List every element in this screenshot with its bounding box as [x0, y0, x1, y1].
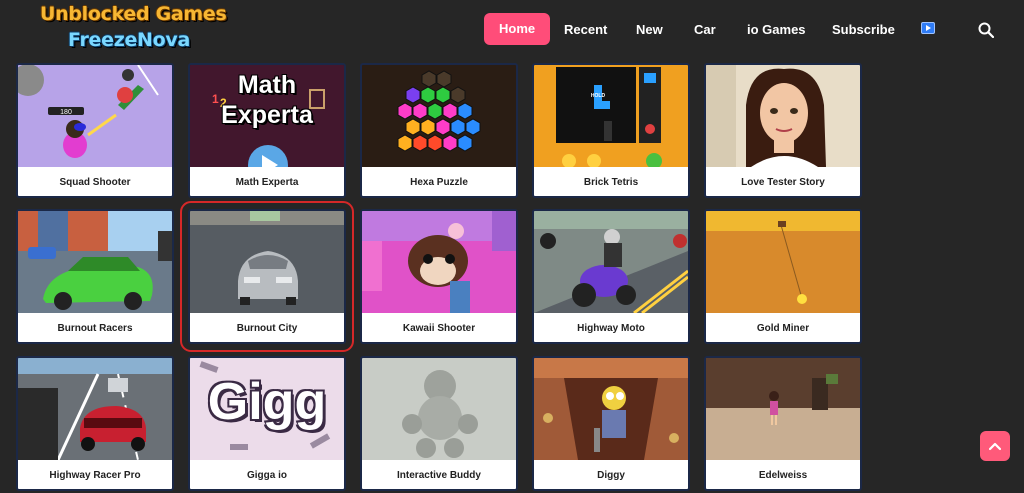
game-title: Burnout City	[190, 313, 344, 342]
art-title-2: Experta	[221, 101, 313, 129]
game-card-edelweiss[interactable]: Edelweiss	[704, 356, 862, 491]
art-hold-label: HOLD	[590, 93, 606, 99]
game-card-highway-moto[interactable]: Highway Moto	[532, 209, 690, 344]
game-card-burnout-racers[interactable]: Burnout Racers	[16, 209, 174, 344]
game-card-math-experta[interactable]: 1 2 Math Experta Math Experta	[188, 63, 346, 198]
game-title: Edelweiss	[706, 460, 860, 489]
play-icon[interactable]	[921, 22, 935, 34]
game-thumbnail	[534, 358, 688, 460]
site-logo[interactable]: Unblocked Games FreezeNova	[40, 3, 227, 57]
game-card-kawaii-shooter[interactable]: Kawaii Shooter	[360, 209, 518, 344]
game-thumbnail	[362, 358, 516, 460]
game-card-interactive-buddy[interactable]: Interactive Buddy	[360, 356, 518, 491]
nav-io-games[interactable]: io Games	[747, 22, 806, 37]
game-thumbnail	[534, 211, 688, 313]
game-thumbnail	[18, 211, 172, 313]
game-title: Diggy	[534, 460, 688, 489]
game-title: Math Experta	[190, 167, 344, 196]
chevron-up-icon	[989, 442, 1001, 451]
game-card-love-tester-story[interactable]: Love Tester Story	[704, 63, 862, 198]
game-title: Highway Racer Pro	[18, 460, 172, 489]
game-thumbnail	[190, 211, 344, 313]
art-title-1: Math	[237, 71, 297, 99]
nav-new[interactable]: New	[636, 22, 663, 37]
nav-subscribe[interactable]: Subscribe	[832, 22, 895, 37]
game-thumbnail: 180	[18, 65, 172, 167]
game-card-gold-miner[interactable]: Gold Miner	[704, 209, 862, 344]
game-card-brick-tetris[interactable]: HOLD Brick Tetris	[532, 63, 690, 198]
main-nav: Home Recent New Car io Games Subscribe	[484, 13, 964, 45]
game-title: Gold Miner	[706, 313, 860, 342]
game-thumbnail	[362, 65, 516, 167]
game-title: Hexa Puzzle	[362, 167, 516, 196]
logo-line-1: Unblocked Games	[40, 3, 227, 25]
nav-car[interactable]: Car	[694, 22, 716, 37]
game-thumbnail	[706, 358, 860, 460]
game-card-diggy[interactable]: Diggy	[532, 356, 690, 491]
game-thumbnail: 1 2 Math Experta	[190, 65, 344, 167]
game-card-gigga-io[interactable]: Gigg Gigga io	[188, 356, 346, 491]
game-thumbnail	[362, 211, 516, 313]
game-card-burnout-city[interactable]: Burnout City	[180, 201, 354, 352]
logo-line-2: FreezeNova	[68, 29, 191, 51]
game-title: Burnout Racers	[18, 313, 172, 342]
game-title: Brick Tetris	[534, 167, 688, 196]
game-card-highway-racer-pro[interactable]: Highway Racer Pro	[16, 356, 174, 491]
header: Unblocked Games FreezeNova Home Recent N…	[0, 0, 1024, 62]
game-thumbnail	[706, 65, 860, 167]
scroll-to-top-button[interactable]	[980, 431, 1010, 461]
game-thumbnail	[18, 358, 172, 460]
game-title: Kawaii Shooter	[362, 313, 516, 342]
game-title: Love Tester Story	[706, 167, 860, 196]
game-thumbnail	[706, 211, 860, 313]
game-card-hexa-puzzle[interactable]: Hexa Puzzle	[360, 63, 518, 198]
nav-recent[interactable]: Recent	[564, 22, 607, 37]
svg-text:180: 180	[60, 109, 72, 116]
game-title: Squad Shooter	[18, 167, 172, 196]
nav-home[interactable]: Home	[484, 13, 551, 45]
game-thumbnail: HOLD	[534, 65, 688, 167]
game-thumbnail: Gigg	[190, 358, 344, 460]
game-title: Gigga io	[190, 460, 344, 489]
game-card-squad-shooter[interactable]: 180 Squad Shooter	[16, 63, 174, 198]
art-gigg-text: Gigg	[207, 373, 327, 431]
game-title: Highway Moto	[534, 313, 688, 342]
game-title: Interactive Buddy	[362, 460, 516, 489]
search-icon[interactable]	[978, 22, 994, 38]
